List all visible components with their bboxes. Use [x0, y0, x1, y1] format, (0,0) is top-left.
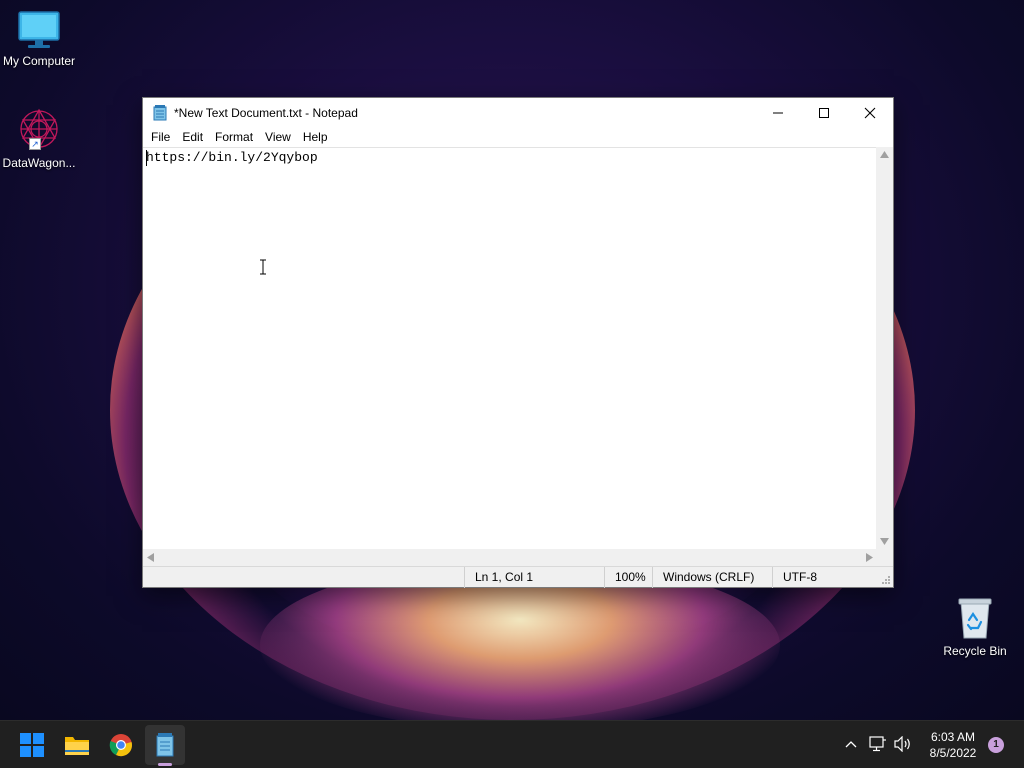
- menu-file[interactable]: File: [145, 130, 176, 144]
- scroll-down-icon[interactable]: [880, 538, 889, 545]
- chrome-icon: [109, 734, 132, 757]
- notepad-taskbar-button[interactable]: [145, 725, 185, 765]
- maximize-button[interactable]: [801, 98, 847, 127]
- ibeam-cursor-icon: [260, 259, 266, 275]
- status-line-ending: Windows (CRLF): [652, 567, 772, 588]
- status-bar: Ln 1, Col 1 100% Windows (CRLF) UTF-8: [143, 566, 893, 588]
- resize-grip-icon[interactable]: [881, 575, 891, 585]
- chevron-up-icon: [845, 741, 857, 748]
- windows-logo-icon: [20, 733, 44, 757]
- scroll-corner: [876, 549, 893, 566]
- desktop-icon-label: My Computer: [2, 54, 76, 68]
- speaker-icon: [894, 736, 910, 752]
- notification-badge[interactable]: 1: [988, 737, 1004, 753]
- maximize-icon: [819, 107, 829, 118]
- notepad-window[interactable]: *New Text Document.txt - Notepad File Ed…: [142, 97, 894, 588]
- network-icon: [869, 736, 886, 752]
- start-button[interactable]: [12, 725, 52, 765]
- text-caret: [146, 150, 147, 166]
- menu-format[interactable]: Format: [209, 130, 259, 144]
- scroll-left-icon[interactable]: [147, 553, 154, 562]
- close-icon: [864, 107, 876, 118]
- network-button[interactable]: [869, 735, 887, 753]
- taskbar: 6:03 AM 8/5/2022 1: [0, 720, 1024, 768]
- status-encoding: UTF-8: [772, 567, 882, 588]
- file-explorer-button[interactable]: [57, 725, 97, 765]
- monitor-icon: [18, 11, 60, 48]
- menu-view[interactable]: View: [259, 130, 297, 144]
- chrome-button[interactable]: [101, 725, 141, 765]
- volume-button[interactable]: [894, 735, 912, 753]
- active-app-indicator: [158, 763, 172, 766]
- desktop-icon-my-computer[interactable]: My Computer: [0, 10, 78, 68]
- clock-time: 6:03 AM: [930, 730, 976, 744]
- clock-date: 8/5/2022: [929, 746, 977, 760]
- horizontal-scrollbar[interactable]: [143, 549, 877, 566]
- scroll-right-icon[interactable]: [866, 553, 873, 562]
- menu-bar: File Edit Format View Help: [143, 127, 893, 147]
- desktop-icon-datawagon[interactable]: ↗ DataWagon...: [0, 106, 78, 170]
- notepad-icon: [153, 104, 167, 120]
- vertical-scrollbar[interactable]: [876, 147, 893, 549]
- window-title: *New Text Document.txt - Notepad: [174, 105, 358, 120]
- scroll-up-icon[interactable]: [880, 151, 889, 158]
- desktop-icon-recycle-bin[interactable]: Recycle Bin: [936, 596, 1014, 658]
- menu-help[interactable]: Help: [297, 130, 334, 144]
- text-editor[interactable]: https://bin.ly/2Yqybop: [143, 147, 877, 549]
- notepad-icon: [156, 733, 174, 757]
- status-zoom: 100%: [604, 567, 652, 588]
- folder-icon: [65, 737, 89, 755]
- editor-content[interactable]: https://bin.ly/2Yqybop: [146, 150, 318, 165]
- minimize-button[interactable]: [755, 98, 801, 127]
- title-bar[interactable]: *New Text Document.txt - Notepad: [143, 98, 893, 127]
- close-button[interactable]: [847, 98, 893, 127]
- desktop-icon-label: Recycle Bin: [943, 644, 1007, 658]
- desktop-icon-label: DataWagon...: [2, 156, 76, 170]
- status-position: Ln 1, Col 1: [464, 567, 604, 588]
- menu-edit[interactable]: Edit: [176, 130, 209, 144]
- minimize-icon: [773, 112, 783, 113]
- clock[interactable]: 6:03 AM 8/5/2022: [918, 729, 988, 761]
- recycle-bin-icon: [958, 598, 992, 639]
- shortcut-arrow-icon: ↗: [29, 138, 41, 150]
- show-hidden-icons-button[interactable]: [842, 735, 860, 753]
